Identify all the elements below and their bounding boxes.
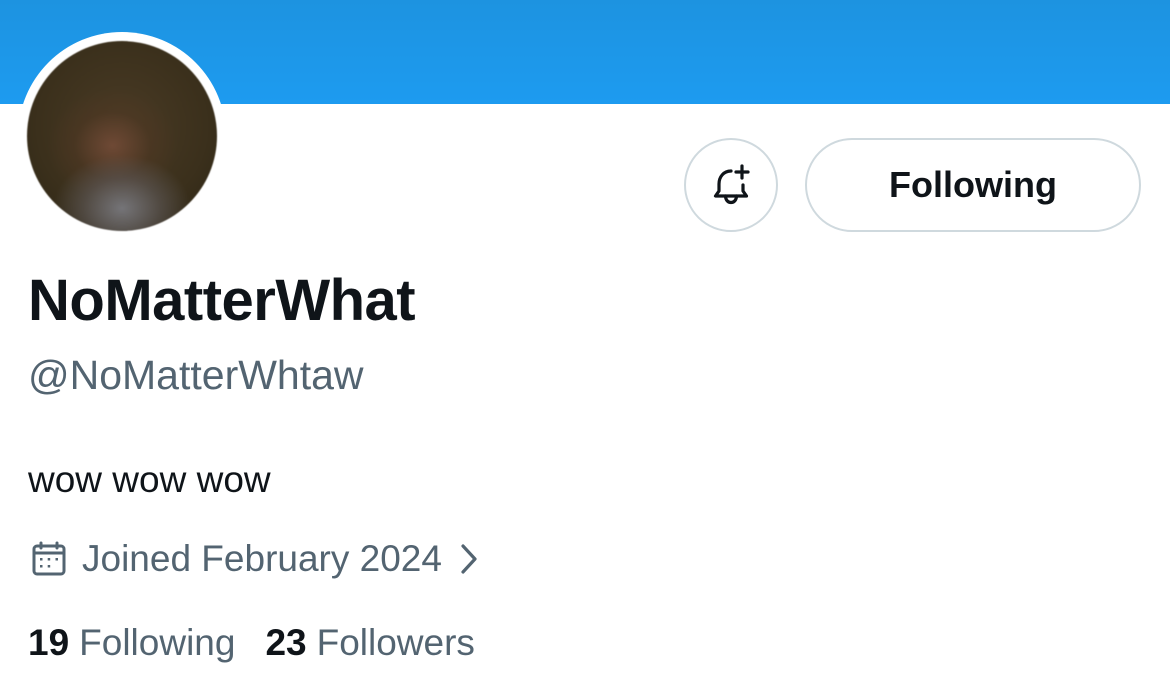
follow-stats: 19 Following 23 Followers [28,618,475,668]
username-handle: @NoMatterWhtaw [28,352,364,398]
profile-bio: wow wow wow [28,459,271,500]
followers-label: Followers [316,622,475,663]
followers-count: 23 [265,622,307,663]
following-button[interactable]: Following [805,138,1141,232]
joined-date-text: Joined February 2024 [82,538,442,579]
calendar-icon [30,540,68,578]
chevron-right-icon [456,542,482,576]
bell-plus-icon [709,163,753,207]
display-name: NoMatterWhat [28,268,416,333]
notifications-button[interactable] [684,138,778,232]
following-count: 19 [28,622,70,663]
following-count-link[interactable]: 19 Following [28,622,235,664]
avatar[interactable] [27,41,217,231]
followers-count-link[interactable]: 23 Followers [265,622,474,664]
joined-date-row[interactable]: Joined February 2024 [30,534,482,584]
following-label: Following [79,622,236,663]
